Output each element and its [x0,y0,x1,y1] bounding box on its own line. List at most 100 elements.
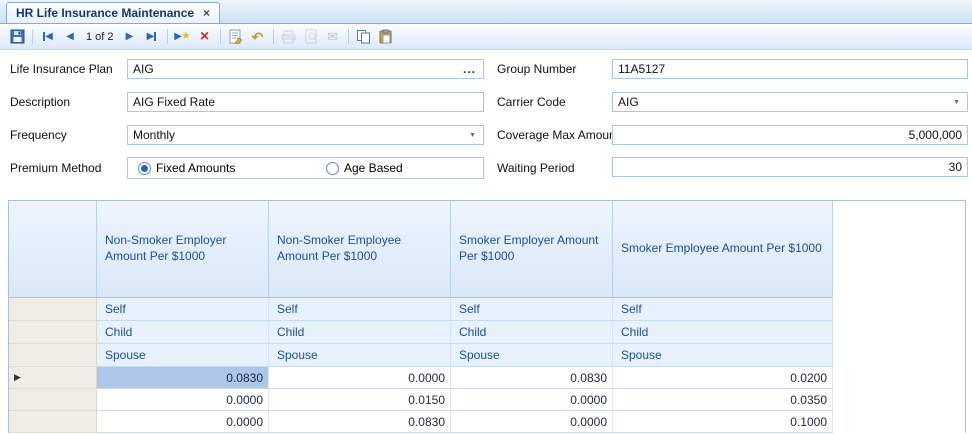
grid-cell-r1c2[interactable]: 0.0000 [451,389,613,411]
first-record-button[interactable]: ◀ [37,27,59,47]
age-based-label: Age Based [344,161,403,175]
grid-cell-r2c1[interactable]: 0.0830 [269,411,451,433]
premium-method-label: Premium Method [10,161,101,175]
edit-record-button[interactable] [225,27,247,47]
description-input[interactable] [127,92,484,112]
band-cell-self: Self [269,298,451,321]
carrier-code-dropdown[interactable]: AIG ▼ [612,92,968,112]
row-header [9,298,97,321]
life-insurance-plan-input[interactable] [128,60,456,78]
frequency-dropdown[interactable]: Monthly ▼ [127,125,484,145]
grid-corner-cell [9,201,97,298]
paste-button[interactable] [375,27,397,47]
grid-cell-r1c0[interactable]: 0.0000 [97,389,269,411]
band-cell-child: Child [613,321,833,344]
chevron-down-icon[interactable]: ▼ [462,132,483,139]
band-cell-self: Self [451,298,613,321]
last-record-button[interactable]: ▶ [141,27,163,47]
grid-cell-r0c0[interactable]: 0.0830 [97,367,269,389]
paste-icon [378,29,393,44]
frequency-label: Frequency [10,128,67,142]
grid-cell-r0c1[interactable]: 0.0000 [269,367,451,389]
grid-cell-r2c2[interactable]: 0.0000 [451,411,613,433]
band-cell-spouse: Spouse [451,344,613,367]
band-cell-spouse: Spouse [613,344,833,367]
fixed-amounts-label: Fixed Amounts [156,161,235,175]
grid-cell-r1c3[interactable]: 0.0350 [613,389,833,411]
lookup-ellipsis-icon[interactable]: ... [456,62,483,76]
age-based-radio[interactable] [326,162,339,175]
next-record-button[interactable]: ▶ [119,27,141,47]
grid-cell-r0c3[interactable]: 0.0200 [613,367,833,389]
undo-button[interactable]: ↶ [247,27,269,47]
next-record-icon: ▶ [126,32,134,42]
current-row-indicator-icon: ▶ [14,373,21,382]
grid-cell-r2c3[interactable]: 0.1000 [613,411,833,433]
print-preview-button[interactable] [300,27,322,47]
coverage-max-amount-label: Coverage Max Amount [497,128,619,142]
premium-method-group: Fixed Amounts Age Based [127,157,484,179]
current-row-header: ▶ [9,367,97,389]
new-record-button[interactable]: ▶★ [172,27,194,47]
toolbar-separator [348,29,349,44]
chevron-down-icon[interactable]: ▼ [946,99,967,106]
grid-empty-area [833,201,965,433]
previous-record-button[interactable]: ◀ [59,27,81,47]
last-record-icon: ▶ [147,32,155,42]
frequency-value: Monthly [128,128,462,142]
band-cell-spouse: Spouse [97,344,269,367]
new-record-star-icon: ★ [181,31,191,42]
email-icon: ✉ [327,30,338,43]
delete-icon: × [200,29,209,45]
print-button[interactable] [278,27,300,47]
copy-icon [356,29,371,44]
premium-method-age-based-option[interactable]: Age Based [326,161,403,175]
waiting-period-input[interactable] [612,157,968,177]
toolbar-separator [32,29,33,44]
band-cell-self: Self [97,298,269,321]
coverage-max-amount-input[interactable] [612,125,968,145]
life-insurance-plan-label: Life Insurance Plan [10,62,113,76]
grid-cell-r0c2[interactable]: 0.0830 [451,367,613,389]
band-cell-spouse: Spouse [269,344,451,367]
grid-cell-r1c1[interactable]: 0.0150 [269,389,451,411]
group-number-label: Group Number [497,62,576,76]
life-insurance-plan-field: ... [127,59,484,79]
waiting-period-label: Waiting Period [497,161,575,175]
tab-bar: HR Life Insurance Maintenance × [0,0,972,24]
previous-record-icon: ◀ [66,32,74,42]
row-header [9,411,97,433]
delete-record-button[interactable]: × [194,27,216,47]
column-header-nonsmoker-employee[interactable]: Non-Smoker Employee Amount Per $1000 [269,201,451,298]
rates-grid: Non-Smoker Employer Amount Per $1000 Non… [8,200,966,433]
row-header [9,321,97,344]
tab-close-icon[interactable]: × [203,7,210,19]
column-header-nonsmoker-employer[interactable]: Non-Smoker Employer Amount Per $1000 [97,201,269,298]
email-button[interactable]: ✉ [322,27,344,47]
tab-hr-life-insurance-maintenance[interactable]: HR Life Insurance Maintenance × [6,2,220,23]
premium-method-fixed-amounts-option[interactable]: Fixed Amounts [138,161,316,175]
description-label: Description [10,95,70,109]
group-number-input[interactable] [612,59,968,79]
tab-title: HR Life Insurance Maintenance [16,6,194,20]
fixed-amounts-radio[interactable] [138,162,151,175]
print-preview-icon [304,29,318,44]
band-cell-self: Self [613,298,833,321]
carrier-code-value: AIG [613,95,946,109]
band-cell-child: Child [451,321,613,344]
grid-cell-r2c0[interactable]: 0.0000 [97,411,269,433]
carrier-code-label: Carrier Code [497,95,566,109]
toolbar: ◀ ◀ 1 of 2 ▶ ▶ ▶★ × ↶ [0,24,972,50]
save-button[interactable] [6,27,28,47]
column-header-smoker-employee[interactable]: Smoker Employee Amount Per $1000 [613,201,833,298]
toolbar-separator [167,29,168,44]
row-header [9,344,97,367]
save-icon [10,29,25,44]
band-cell-child: Child [269,321,451,344]
column-header-smoker-employer[interactable]: Smoker Employer Amount Per $1000 [451,201,613,298]
record-position: 1 of 2 [81,31,119,43]
toolbar-separator [273,29,274,44]
print-icon [281,30,296,44]
copy-button[interactable] [353,27,375,47]
band-cell-child: Child [97,321,269,344]
